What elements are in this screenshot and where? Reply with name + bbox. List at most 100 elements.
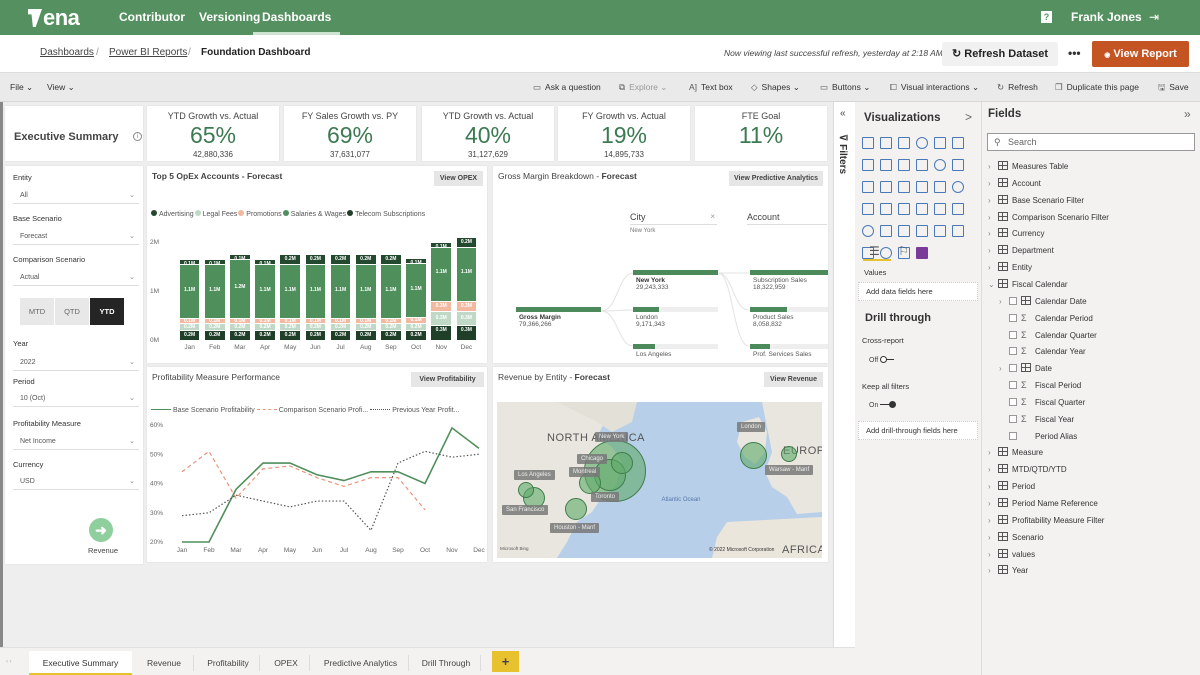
map-bubble[interactable] — [518, 482, 534, 498]
field-item[interactable]: Σ Calendar Quarter — [999, 327, 1097, 344]
expand-chevron-icon[interactable]: › — [988, 529, 998, 546]
refresh-button[interactable]: ↻ Refresh — [997, 82, 1038, 93]
revenue-nav-button[interactable]: ➜ — [89, 518, 113, 542]
visual-interactions-button[interactable]: ⧠ Visual interactions ⌄ — [890, 82, 979, 93]
revenue-map[interactable]: NORTH AMERICA EUROPE AFRICA Atlantic Oce… — [497, 402, 822, 558]
duplicate-page-button[interactable]: ❐ Duplicate this page — [1055, 82, 1139, 93]
expand-chevron-icon[interactable]: › — [988, 209, 998, 226]
visual-type-icon[interactable] — [916, 159, 928, 171]
view-report-button[interactable]: ◉ View Report — [1092, 41, 1189, 67]
field-checkbox[interactable] — [1009, 330, 1017, 339]
refresh-dataset-button[interactable]: ↻ Refresh Dataset — [942, 42, 1058, 66]
visual-type-icon[interactable] — [916, 181, 928, 193]
user-name[interactable]: Frank Jones — [1071, 0, 1142, 35]
entity-dropdown[interactable]: All ⌄ — [13, 188, 139, 204]
expand-chevron-icon[interactable]: › — [988, 158, 998, 175]
text-box-button[interactable]: A] Text box — [689, 82, 733, 92]
field-item[interactable]: ⌄ Fiscal Calendar — [988, 276, 1068, 293]
page-tab[interactable]: Revenue — [134, 651, 194, 675]
visual-type-icon[interactable] — [880, 225, 892, 237]
field-item[interactable]: › Period Name Reference — [988, 495, 1098, 512]
expand-chevron-icon[interactable]: › — [988, 461, 998, 478]
series-line[interactable] — [181, 450, 426, 511]
account-node-bar[interactable] — [750, 270, 828, 275]
field-checkbox[interactable] — [1009, 397, 1017, 406]
visual-type-icon[interactable] — [916, 137, 928, 149]
expand-chevron-icon[interactable]: › — [988, 495, 998, 512]
currency-dropdown[interactable]: USD ⌄ — [13, 474, 139, 490]
map-bubble[interactable] — [781, 446, 797, 462]
visual-type-icon[interactable] — [880, 159, 892, 171]
city-node-bar[interactable] — [633, 270, 718, 275]
shapes-button[interactable]: ◇ Shapes ⌄ — [751, 82, 800, 93]
visual-type-icon[interactable] — [862, 159, 874, 171]
save-button[interactable]: 🖫 Save — [1158, 82, 1189, 96]
visual-type-icon[interactable] — [934, 181, 946, 193]
field-item[interactable]: › Measure — [988, 444, 1043, 461]
qtd-toggle[interactable]: QTD — [55, 298, 89, 325]
visual-type-icon[interactable] — [898, 225, 910, 237]
city-node-bar[interactable] — [633, 344, 656, 349]
expand-chevron-icon[interactable]: › — [988, 225, 998, 242]
visual-type-icon[interactable] — [880, 137, 892, 149]
expand-chevron-icon[interactable]: › — [988, 546, 998, 563]
more-options-button[interactable]: ••• — [1068, 46, 1081, 60]
field-item[interactable]: › Date — [999, 360, 1052, 377]
visual-type-icon[interactable] — [880, 181, 892, 193]
expand-chevron-icon[interactable]: › — [988, 175, 998, 192]
nav-contributor[interactable]: Contributor — [119, 0, 185, 35]
city-node-bar[interactable] — [633, 307, 660, 312]
visual-type-icon[interactable] — [898, 159, 910, 171]
field-checkbox[interactable] — [1009, 347, 1017, 356]
page-tab[interactable]: Drill Through — [411, 651, 481, 675]
ytd-toggle[interactable]: YTD — [90, 298, 124, 325]
help-icon[interactable]: ? — [1041, 11, 1052, 23]
field-item[interactable]: Period Alias — [999, 428, 1077, 445]
info-icon[interactable]: i — [133, 132, 142, 141]
field-item[interactable]: › Comparison Scenario Filter — [988, 209, 1109, 226]
expand-chevron-icon[interactable]: › — [988, 192, 998, 209]
field-item[interactable]: › Account — [988, 175, 1041, 192]
values-well[interactable]: Add data fields here — [858, 282, 978, 301]
map-bubble[interactable] — [611, 452, 633, 474]
format-paint-roller-icon[interactable]: ⚐ — [898, 244, 909, 258]
field-item[interactable]: Σ Calendar Period — [999, 310, 1093, 327]
visual-type-icon[interactable] — [952, 159, 964, 171]
mtd-toggle[interactable]: MTD — [20, 298, 54, 325]
year-dropdown[interactable]: 2022 ⌄ — [13, 355, 139, 371]
page-tab[interactable]: Profitability — [196, 651, 260, 675]
field-item[interactable]: Σ Fiscal Quarter — [999, 394, 1085, 411]
expand-chevron-icon[interactable]: › — [999, 293, 1009, 310]
vena-logo[interactable]: ena — [28, 5, 80, 31]
field-checkbox[interactable] — [1009, 381, 1017, 390]
visual-type-icon[interactable] — [952, 225, 964, 237]
field-item[interactable]: Σ Fiscal Year — [999, 411, 1074, 428]
visual-type-icon[interactable] — [916, 203, 928, 215]
field-checkbox[interactable] — [1009, 313, 1017, 322]
visual-type-icon[interactable] — [952, 137, 964, 149]
base-scenario-dropdown[interactable]: Forecast ⌄ — [13, 229, 139, 245]
visual-type-icon[interactable] — [880, 203, 892, 215]
field-item[interactable]: › Department — [988, 242, 1054, 259]
filters-pane[interactable]: « ⊽ Filters — [833, 102, 855, 647]
buttons-button[interactable]: ▭ Buttons ⌄ — [820, 82, 870, 93]
visual-type-icon[interactable] — [934, 203, 946, 215]
file-menu[interactable]: File ⌄ — [10, 82, 33, 93]
page-tab[interactable]: Predictive Analytics — [312, 651, 409, 675]
visual-type-icon[interactable] — [862, 225, 874, 237]
page-tab[interactable]: OPEX — [262, 651, 310, 675]
field-item[interactable]: › Year — [988, 562, 1028, 579]
visual-type-icon[interactable] — [934, 137, 946, 149]
gross-margin-node-bar[interactable] — [516, 307, 601, 312]
ask-question-button[interactable]: ▭ Ask a question — [533, 82, 601, 93]
visual-type-icon[interactable] — [862, 203, 874, 215]
expand-chevron-icon[interactable]: › — [988, 478, 998, 495]
expand-chevron-icon[interactable]: › — [988, 259, 998, 276]
field-item[interactable]: Σ Calendar Year — [999, 343, 1086, 360]
map-bubble[interactable] — [565, 498, 587, 520]
expand-chevron-icon[interactable]: › — [988, 242, 998, 259]
explore-button[interactable]: ⧉ Explore ⌄ — [619, 82, 667, 93]
add-page-button[interactable]: + — [492, 651, 519, 672]
map-bubble[interactable] — [740, 442, 767, 469]
comparison-scenario-dropdown[interactable]: Actual ⌄ — [13, 270, 139, 286]
